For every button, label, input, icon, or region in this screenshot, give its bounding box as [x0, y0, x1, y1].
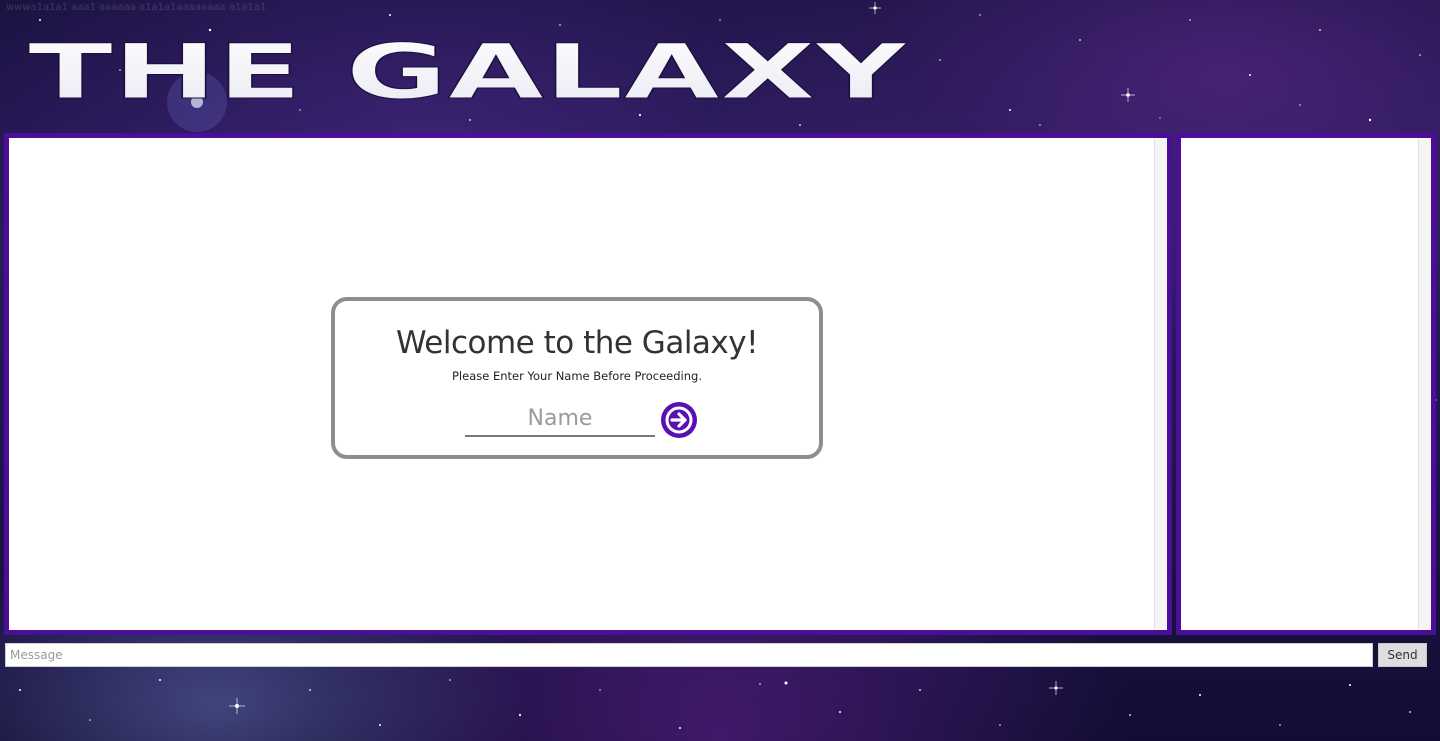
- send-button[interactable]: Send: [1378, 643, 1427, 667]
- welcome-dialog: Welcome to the Galaxy! Please Enter Your…: [331, 297, 823, 459]
- message-bar: Send: [4, 643, 1428, 667]
- welcome-subtitle: Please Enter Your Name Before Proceeding…: [452, 369, 702, 383]
- main-chat-panel: Welcome to the Galaxy! Please Enter Your…: [4, 133, 1172, 635]
- logo-text: THE GALAXY: [28, 36, 908, 114]
- name-entry-row: [335, 401, 819, 441]
- faint-header-text: wwwa1a1a1 aaa1 aaaaaa a1a1a1aaaaaaaa a1a…: [6, 2, 267, 13]
- side-panel-scrollbar[interactable]: [1418, 138, 1431, 630]
- user-list-panel: [1176, 133, 1436, 635]
- submit-name-button[interactable]: [661, 402, 697, 438]
- arrow-right-circle-icon: [665, 406, 693, 434]
- message-input[interactable]: [5, 643, 1373, 667]
- welcome-title: Welcome to the Galaxy!: [395, 325, 759, 361]
- main-panel-scrollbar[interactable]: [1154, 138, 1167, 630]
- name-input[interactable]: [465, 401, 655, 437]
- galaxy-logo: THE GALAXY: [28, 36, 908, 114]
